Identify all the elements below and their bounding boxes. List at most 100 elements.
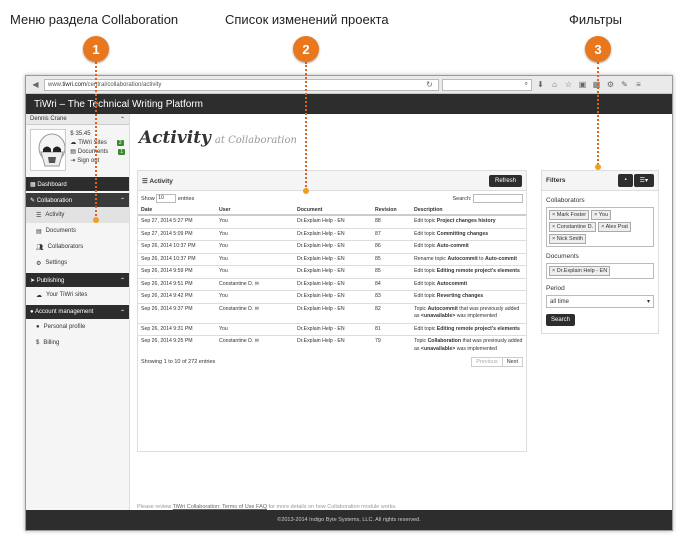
period-select[interactable]: all time ▾	[546, 295, 654, 308]
row-document: Dr.Explain Help - EN	[294, 290, 372, 304]
table-row: Sep 26, 2014 9:31 PM You Dr.Explain Help -…	[138, 322, 526, 336]
download-icon[interactable]: ⬇	[535, 80, 546, 89]
back-icon[interactable]: ◀	[30, 80, 41, 89]
column-header[interactable]: Description	[411, 205, 526, 216]
row-document: Dr.Explain Help - EN	[294, 322, 372, 336]
addon-icon[interactable]: ✎	[619, 80, 630, 89]
balance-stat: $35.45	[70, 130, 91, 137]
browser-search-box[interactable]: ⌕	[442, 78, 532, 91]
document-icon: ▤	[36, 228, 42, 235]
row-user: You	[216, 214, 294, 229]
search-button[interactable]: Search	[546, 314, 576, 326]
browser-toolbar: ◀ www. tiwri.com/central/collaboration/ac…	[26, 76, 672, 94]
menu-icon[interactable]: ≡	[633, 80, 644, 89]
row-date: Sep 26, 2014 9:25 PM	[138, 335, 216, 356]
row-user: You	[216, 322, 294, 336]
app-screenshot: ◀ www. tiwri.com/central/collaboration/ac…	[25, 75, 673, 531]
table-row: Sep 26, 2014 9:51 PM Constantine D. ✉ Dr.E…	[138, 277, 526, 291]
sidebar-item-documents[interactable]: ▤ Documents	[26, 223, 129, 239]
sidebar: Dennis Crane ⌃ $35.45 ☁ TiWri Sites 2 ▤ Doc…	[26, 114, 130, 510]
table-row: Sep 26, 2014 9:25 PM Constantine D. ✉ Dr.E…	[138, 335, 526, 356]
column-header[interactable]: User	[216, 205, 294, 216]
chevron-up-icon: ⌃	[119, 197, 125, 204]
main-content: Activity at Collaboration ☰ Activity Ref…	[131, 114, 672, 510]
callout-badge-3: 3	[585, 36, 611, 62]
row-user: You	[216, 252, 294, 266]
row-date: Sep 26, 2014 9:51 PM	[138, 277, 216, 291]
user-header[interactable]: Dennis Crane ⌃	[26, 114, 129, 125]
url-prefix: www.	[48, 81, 63, 88]
row-date: Sep 27, 2014 5:27 PM	[138, 214, 216, 229]
cloud-icon: ☁	[70, 140, 77, 146]
envelope-icon[interactable]: ✉	[253, 306, 259, 312]
row-document: Dr.Explain Help - EN	[294, 227, 372, 241]
row-document: Dr.Explain Help - EN	[294, 265, 372, 279]
settings-icon[interactable]: ⚙	[605, 80, 616, 89]
document-tag[interactable]: × Dr.Explain Help - EN	[549, 266, 611, 276]
nav-collaboration[interactable]: ✎ Collaboration ⌃	[26, 193, 129, 207]
users-icon: 👥︎	[36, 244, 44, 251]
row-description: Topic Collaboration that was previously …	[411, 335, 526, 356]
table-row: Sep 26, 2014 9:59 PM You Dr.Explain Help -…	[138, 265, 526, 279]
sites-stat[interactable]: ☁ TiWri Sites 2	[70, 138, 125, 147]
envelope-icon[interactable]: ✉	[253, 338, 259, 344]
clipboard-icon[interactable]: ▣	[577, 80, 588, 89]
activity-panel: ☰ Activity Refresh Show 10 entries Searc…	[137, 170, 527, 452]
collaborator-tag[interactable]: × Alex Prat	[598, 222, 631, 232]
collaborator-tag[interactable]: × You	[591, 210, 612, 220]
profile-card: $35.45 ☁ TiWri Sites 2 ▤ Documents 1 ⇥ Sign o…	[26, 125, 129, 175]
collaborators-label: Collaborators	[546, 197, 585, 204]
home-icon[interactable]: ⌂	[549, 80, 560, 89]
row-date: Sep 26, 2014 9:59 PM	[138, 265, 216, 279]
table-search-input[interactable]	[473, 193, 523, 203]
sidebar-item-settings[interactable]: ⚙ Settings	[26, 255, 129, 271]
sidebar-item-collaborators[interactable]: 👥︎ Collaborators	[26, 239, 129, 255]
row-revision: 81	[372, 322, 411, 336]
row-date: Sep 26, 2014 9:37 PM	[138, 302, 216, 324]
documents-stat[interactable]: ▤ Documents 1	[70, 147, 125, 156]
filters-panel: Filters ▪ ☰▾ Collaborators × Mark Foster ×…	[541, 170, 659, 334]
nav-dashboard[interactable]: ▦ Dashboard	[26, 177, 129, 191]
next-page-button[interactable]: Next	[503, 358, 522, 366]
save-icon[interactable]: ▪	[618, 174, 633, 187]
star-icon[interactable]: ☆	[563, 80, 574, 89]
row-date: Sep 27, 2014 5:09 PM	[138, 227, 216, 241]
entries-select[interactable]: 10	[156, 193, 177, 203]
collaborators-field[interactable]: × Mark Foster × You × Constantine D. × Alex…	[546, 207, 654, 247]
collaborator-tag[interactable]: × Constantine D.	[549, 222, 597, 232]
sidebar-item-billing[interactable]: $ Billing	[26, 335, 129, 351]
row-revision: 88	[372, 214, 411, 229]
sign-out-link[interactable]: ⇥ Sign out	[70, 156, 125, 165]
footer: ©2013-2014 Indigo Byte Systems, LLC. All…	[26, 510, 672, 530]
column-header[interactable]: Date	[138, 205, 216, 216]
nav-account-management[interactable]: ● Account management ⌃	[26, 305, 129, 319]
nav-publishing[interactable]: ➤ Publishing ⌃	[26, 273, 129, 287]
sidebar-item-activity[interactable]: ☰ Activity	[26, 207, 129, 223]
table-row: Sep 26, 2014 9:42 PM You Dr.Explain Help -…	[138, 290, 526, 304]
send-icon: ➤	[30, 277, 37, 284]
documents-field[interactable]: × Dr.Explain Help - EN	[546, 263, 654, 279]
row-date: Sep 26, 2014 9:31 PM	[138, 322, 216, 336]
row-document: Dr.Explain Help - EN	[294, 302, 372, 324]
row-revision: 83	[372, 290, 411, 304]
row-user: Constantine D. ✉	[216, 302, 294, 324]
row-document: Dr.Explain Help - EN	[294, 335, 372, 356]
refresh-button[interactable]: Refresh	[488, 174, 522, 187]
documents-count: 1	[118, 148, 125, 155]
collaborator-tag[interactable]: × Nick Smith	[549, 234, 587, 244]
column-header[interactable]: Document	[294, 205, 372, 216]
row-description: Edit topic Autocommit	[411, 277, 526, 291]
row-description: Topic Autocommit that was previously add…	[411, 302, 526, 324]
menu-dropdown-icon[interactable]: ☰▾	[633, 174, 654, 187]
prev-page-button[interactable]: Previous	[472, 358, 503, 367]
envelope-icon[interactable]: ✉	[253, 281, 259, 287]
sidebar-item-personal-profile[interactable]: ● Personal profile	[26, 319, 129, 335]
chevron-up-icon: ⌃	[119, 277, 125, 284]
sidebar-item-your-sites[interactable]: ☁ Your TiWri sites	[26, 287, 129, 303]
row-date: Sep 26, 2014 9:42 PM	[138, 290, 216, 304]
collaborator-tag[interactable]: × Mark Foster	[549, 210, 590, 220]
url-bar[interactable]: www. tiwri.com/central/collaboration/acti…	[44, 78, 439, 91]
user-icon: ●	[36, 324, 40, 330]
column-header[interactable]: Revision	[372, 205, 411, 216]
reload-icon[interactable]: ↻	[424, 80, 435, 89]
